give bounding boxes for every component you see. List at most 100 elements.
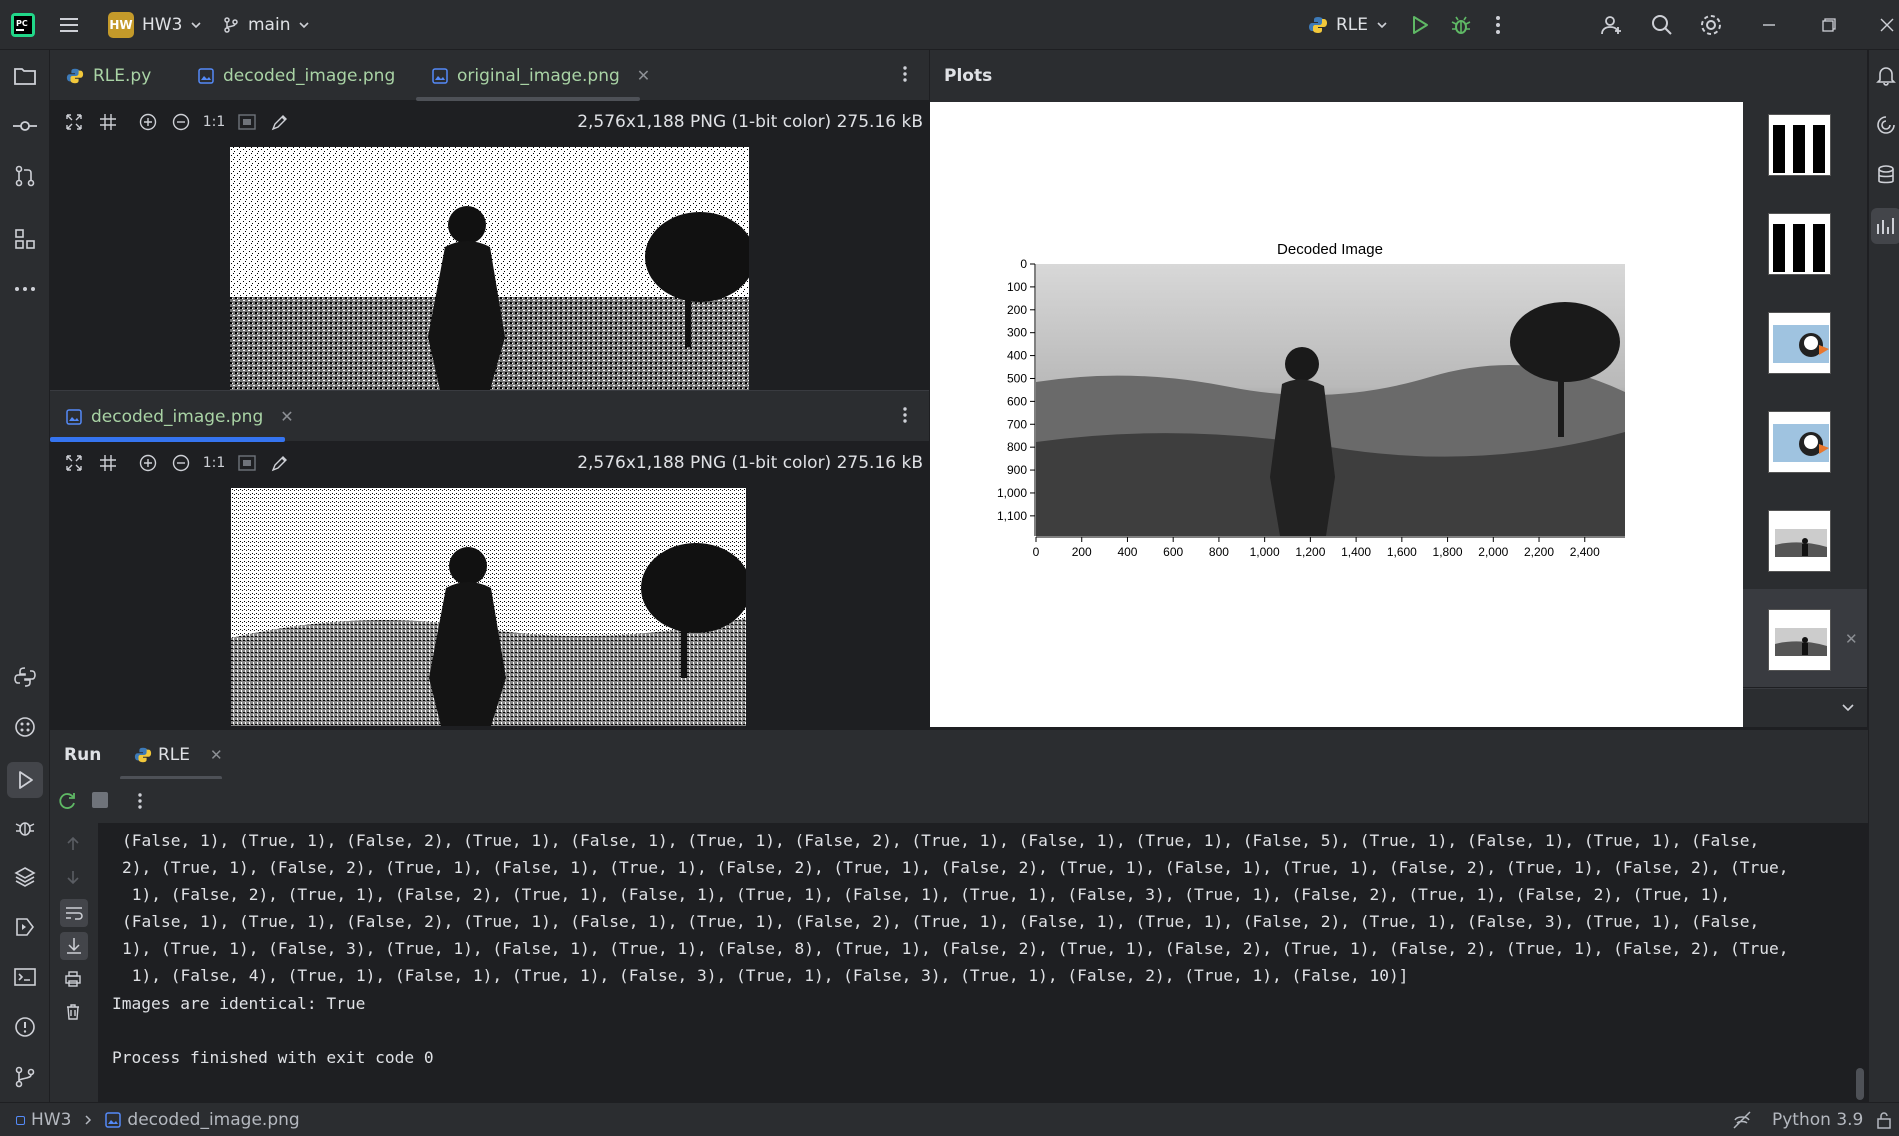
interpreter-label[interactable]: Python 3.9 (1772, 1103, 1863, 1136)
sciview-tab[interactable] (1871, 208, 1899, 244)
plot-thumbnail[interactable] (1768, 510, 1831, 572)
gear-icon[interactable] (1699, 0, 1723, 50)
y-tick-label: 200 (1007, 303, 1027, 317)
y-tick-label: 1,000 (997, 486, 1027, 500)
editor-bottom: decoded_image.png ✕ 1:1 2,576x1,188 PNG … (50, 390, 929, 727)
color-picker-icon[interactable] (268, 451, 292, 475)
run-toolbar (50, 779, 1868, 823)
x-tick-label: 200 (1072, 545, 1092, 559)
more-tools-icon[interactable] (11, 275, 39, 303)
scroll-to-end-icon[interactable] (60, 932, 88, 960)
print-icon[interactable] (64, 970, 82, 988)
ai-assistant-icon[interactable] (1875, 114, 1897, 136)
zoom-in-icon[interactable] (136, 110, 160, 134)
rerun-icon[interactable] (56, 790, 78, 812)
y-tick-label: 600 (1007, 394, 1027, 408)
tab-menu-icon[interactable] (902, 64, 908, 84)
tab-label: original_image.png (457, 65, 620, 86)
branch-selector[interactable]: main (222, 0, 310, 50)
plot-thumbnail[interactable] (1768, 312, 1831, 374)
terminal-icon[interactable] (11, 963, 39, 991)
run-tab[interactable]: RLE ✕ (134, 730, 223, 780)
lock-icon[interactable] (1876, 1111, 1892, 1129)
soft-wrap-icon[interactable] (60, 899, 88, 927)
plot-thumbnail[interactable] (1768, 114, 1831, 176)
python-console-icon[interactable] (11, 663, 39, 691)
arrow-down-icon[interactable] (64, 868, 82, 886)
close-tab-icon[interactable]: ✕ (210, 746, 223, 764)
x-tick-label: 0 (1033, 545, 1040, 559)
more-actions-icon[interactable] (137, 791, 143, 811)
close-window-icon[interactable] (1880, 0, 1894, 50)
chevron-down-icon[interactable] (1841, 700, 1855, 714)
layers-icon[interactable] (11, 863, 39, 891)
more-actions-icon[interactable] (1494, 0, 1502, 50)
debug-button[interactable] (1450, 0, 1472, 50)
debug-tool-icon[interactable] (11, 813, 39, 841)
actual-size-button[interactable]: 1:1 (202, 110, 226, 134)
run-config-selector[interactable]: RLE (1308, 0, 1388, 50)
image-file-icon (105, 1112, 122, 1128)
run-tool-icon[interactable] (7, 762, 43, 798)
breadcrumb-file[interactable]: decoded_image.png (127, 1110, 299, 1130)
tab-rle-py[interactable]: RLE.py (66, 50, 151, 101)
y-tick-label: 700 (1007, 417, 1027, 431)
fit-zoom-icon[interactable] (62, 110, 86, 134)
tab-decoded-image[interactable]: decoded_image.png (198, 50, 395, 101)
run-gutter (50, 823, 98, 1103)
grid-icon[interactable] (96, 110, 120, 134)
tab-menu-icon[interactable] (902, 405, 908, 425)
breadcrumb-project[interactable]: HW3 (31, 1110, 71, 1130)
tab-label: RLE.py (93, 65, 152, 86)
git-icon[interactable] (11, 1063, 39, 1091)
run-button[interactable] (1408, 0, 1430, 50)
commit-icon[interactable] (11, 112, 39, 140)
add-user-icon[interactable] (1600, 0, 1624, 50)
services-icon[interactable] (11, 913, 39, 941)
structure-icon[interactable] (11, 225, 39, 253)
pycharm-logo-icon[interactable]: PC (10, 0, 36, 50)
git-branch-icon (222, 16, 240, 34)
restore-window-icon[interactable] (1822, 0, 1836, 50)
problems-icon[interactable] (11, 1013, 39, 1041)
python-packages-icon[interactable] (11, 713, 39, 741)
close-tab-icon[interactable]: ✕ (280, 407, 293, 426)
close-plot-icon[interactable]: ✕ (1845, 630, 1858, 648)
search-icon[interactable] (1650, 0, 1674, 50)
scrollbar-thumb[interactable] (1856, 1068, 1864, 1100)
image-file-icon (432, 67, 448, 84)
x-tick-label: 600 (1163, 545, 1183, 559)
stop-icon[interactable] (92, 792, 108, 808)
color-picker-icon[interactable] (268, 110, 292, 134)
console-line: 2), (True, 1), (False, 2), (True, 1), (F… (122, 858, 1789, 877)
trash-icon[interactable] (64, 1003, 82, 1021)
arrow-up-icon[interactable] (64, 835, 82, 853)
left-tool-strip (0, 50, 50, 1102)
database-icon[interactable] (1875, 164, 1897, 186)
plot-thumbnail-selected[interactable] (1768, 609, 1831, 671)
zoom-out-icon[interactable] (169, 451, 193, 475)
fit-zoom-icon[interactable] (62, 451, 86, 475)
console-line: Images are identical: True (112, 994, 366, 1013)
grid-icon[interactable] (96, 451, 120, 475)
console-output[interactable]: (False, 1), (True, 1), (False, 2), (True… (98, 823, 1868, 1103)
zoom-out-icon[interactable] (169, 110, 193, 134)
plots-title: Plots (944, 66, 993, 86)
plot-thumbnail[interactable] (1768, 411, 1831, 473)
plot-thumbnail[interactable] (1768, 213, 1831, 275)
minimize-window-icon[interactable] (1762, 0, 1776, 50)
tab-original-image[interactable]: original_image.png ✕ (432, 50, 650, 101)
background-icon[interactable] (235, 451, 259, 475)
main-menu-icon[interactable] (58, 0, 80, 50)
notifications-icon[interactable] (1875, 64, 1897, 86)
close-tab-icon[interactable]: ✕ (637, 66, 650, 85)
no-inspections-icon[interactable] (1732, 1110, 1752, 1130)
background-icon[interactable] (235, 110, 259, 134)
actual-size-button[interactable]: 1:1 (202, 451, 226, 475)
project-folder-icon[interactable] (11, 62, 39, 90)
x-tick-label: 2,200 (1524, 545, 1554, 559)
project-selector[interactable]: HW HW3 (108, 0, 202, 50)
zoom-in-icon[interactable] (136, 451, 160, 475)
pull-requests-icon[interactable] (11, 162, 39, 190)
tab-decoded-image[interactable]: decoded_image.png ✕ (66, 391, 294, 442)
